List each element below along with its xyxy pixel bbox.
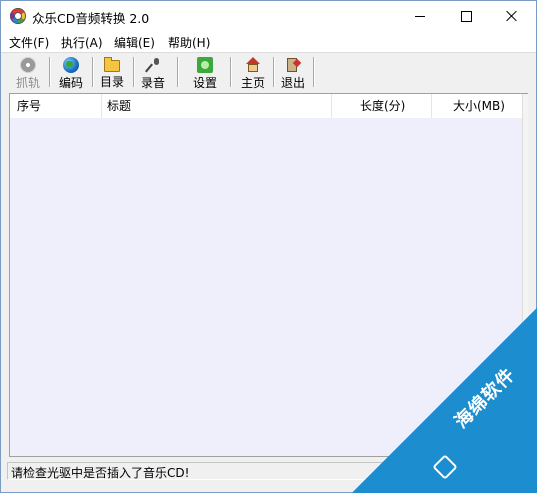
record-button[interactable]: 录音	[135, 55, 171, 90]
window-title: 众乐CD音频转换 2.0	[32, 11, 150, 26]
directory-label: 目录	[99, 75, 124, 89]
encode-button[interactable]: 编码	[53, 55, 89, 90]
track-list[interactable]: 序号 标题 长度(分) 大小(MB)	[9, 93, 528, 457]
rip-label: 抓轨	[15, 76, 40, 90]
record-label: 录音	[140, 76, 165, 90]
column-divider[interactable]	[331, 94, 332, 118]
toolbar-separator	[49, 57, 50, 87]
status-panel: 请检查光驱中是否插入了音乐CD!	[7, 462, 387, 480]
toolbar-separator	[177, 57, 178, 87]
toolbar-separator	[273, 57, 274, 87]
settings-label: 设置	[192, 76, 217, 90]
encode-label: 编码	[58, 76, 83, 90]
title-bar[interactable]: 众乐CD音频转换 2.0	[1, 1, 536, 31]
home-icon	[245, 57, 261, 73]
toolbar: 抓轨 编码 目录 录音 设置 主页 退出	[1, 53, 536, 91]
toolbar-separator	[133, 57, 134, 87]
close-button[interactable]	[489, 1, 535, 31]
menu-bar: 文件(F) 执行(A) 编辑(E) 帮助(H)	[1, 31, 536, 52]
toolbar-separator	[313, 57, 314, 87]
folder-icon	[104, 57, 120, 72]
directory-button[interactable]: 目录	[94, 55, 130, 89]
maximize-button[interactable]	[443, 1, 489, 31]
menu-file[interactable]: 文件(F)	[9, 34, 49, 51]
menu-help[interactable]: 帮助(H)	[168, 34, 210, 51]
menu-edit[interactable]: 编辑(E)	[114, 34, 155, 51]
home-label: 主页	[240, 76, 265, 90]
maximize-icon	[460, 10, 472, 22]
settings-button[interactable]: 设置	[187, 55, 223, 90]
rip-button[interactable]: 抓轨	[10, 55, 46, 90]
toolbar-separator	[230, 57, 231, 87]
home-button[interactable]: 主页	[235, 55, 271, 90]
toolbar-separator	[92, 57, 93, 87]
exit-icon	[285, 57, 301, 73]
exit-label: 退出	[280, 76, 305, 90]
status-bar: 请检查光驱中是否插入了音乐CD!	[1, 459, 536, 492]
close-icon	[506, 10, 518, 22]
minimize-button[interactable]	[397, 1, 443, 31]
column-divider[interactable]	[101, 94, 102, 118]
menu-execute[interactable]: 执行(A)	[61, 34, 103, 51]
microphone-icon	[145, 57, 161, 73]
cd-rip-icon	[20, 57, 36, 73]
globe-icon	[63, 57, 79, 73]
column-header-index[interactable]: 序号	[17, 94, 41, 118]
minimize-icon	[415, 15, 425, 17]
list-scroll-edge	[522, 94, 528, 456]
status-message: 请检查光驱中是否插入了音乐CD!	[11, 466, 190, 480]
settings-icon	[197, 57, 213, 73]
column-header-length[interactable]: 长度(分)	[360, 94, 405, 118]
column-divider[interactable]	[431, 94, 432, 118]
exit-button[interactable]: 退出	[275, 55, 311, 90]
column-header-size[interactable]: 大小(MB)	[453, 94, 505, 118]
column-header-title[interactable]: 标题	[107, 94, 131, 118]
list-header: 序号 标题 长度(分) 大小(MB)	[10, 94, 522, 118]
app-window: 众乐CD音频转换 2.0 文件(F) 执行(A) 编辑(E) 帮助(H) 抓轨 …	[0, 0, 537, 493]
cd-disc-icon	[10, 8, 26, 24]
